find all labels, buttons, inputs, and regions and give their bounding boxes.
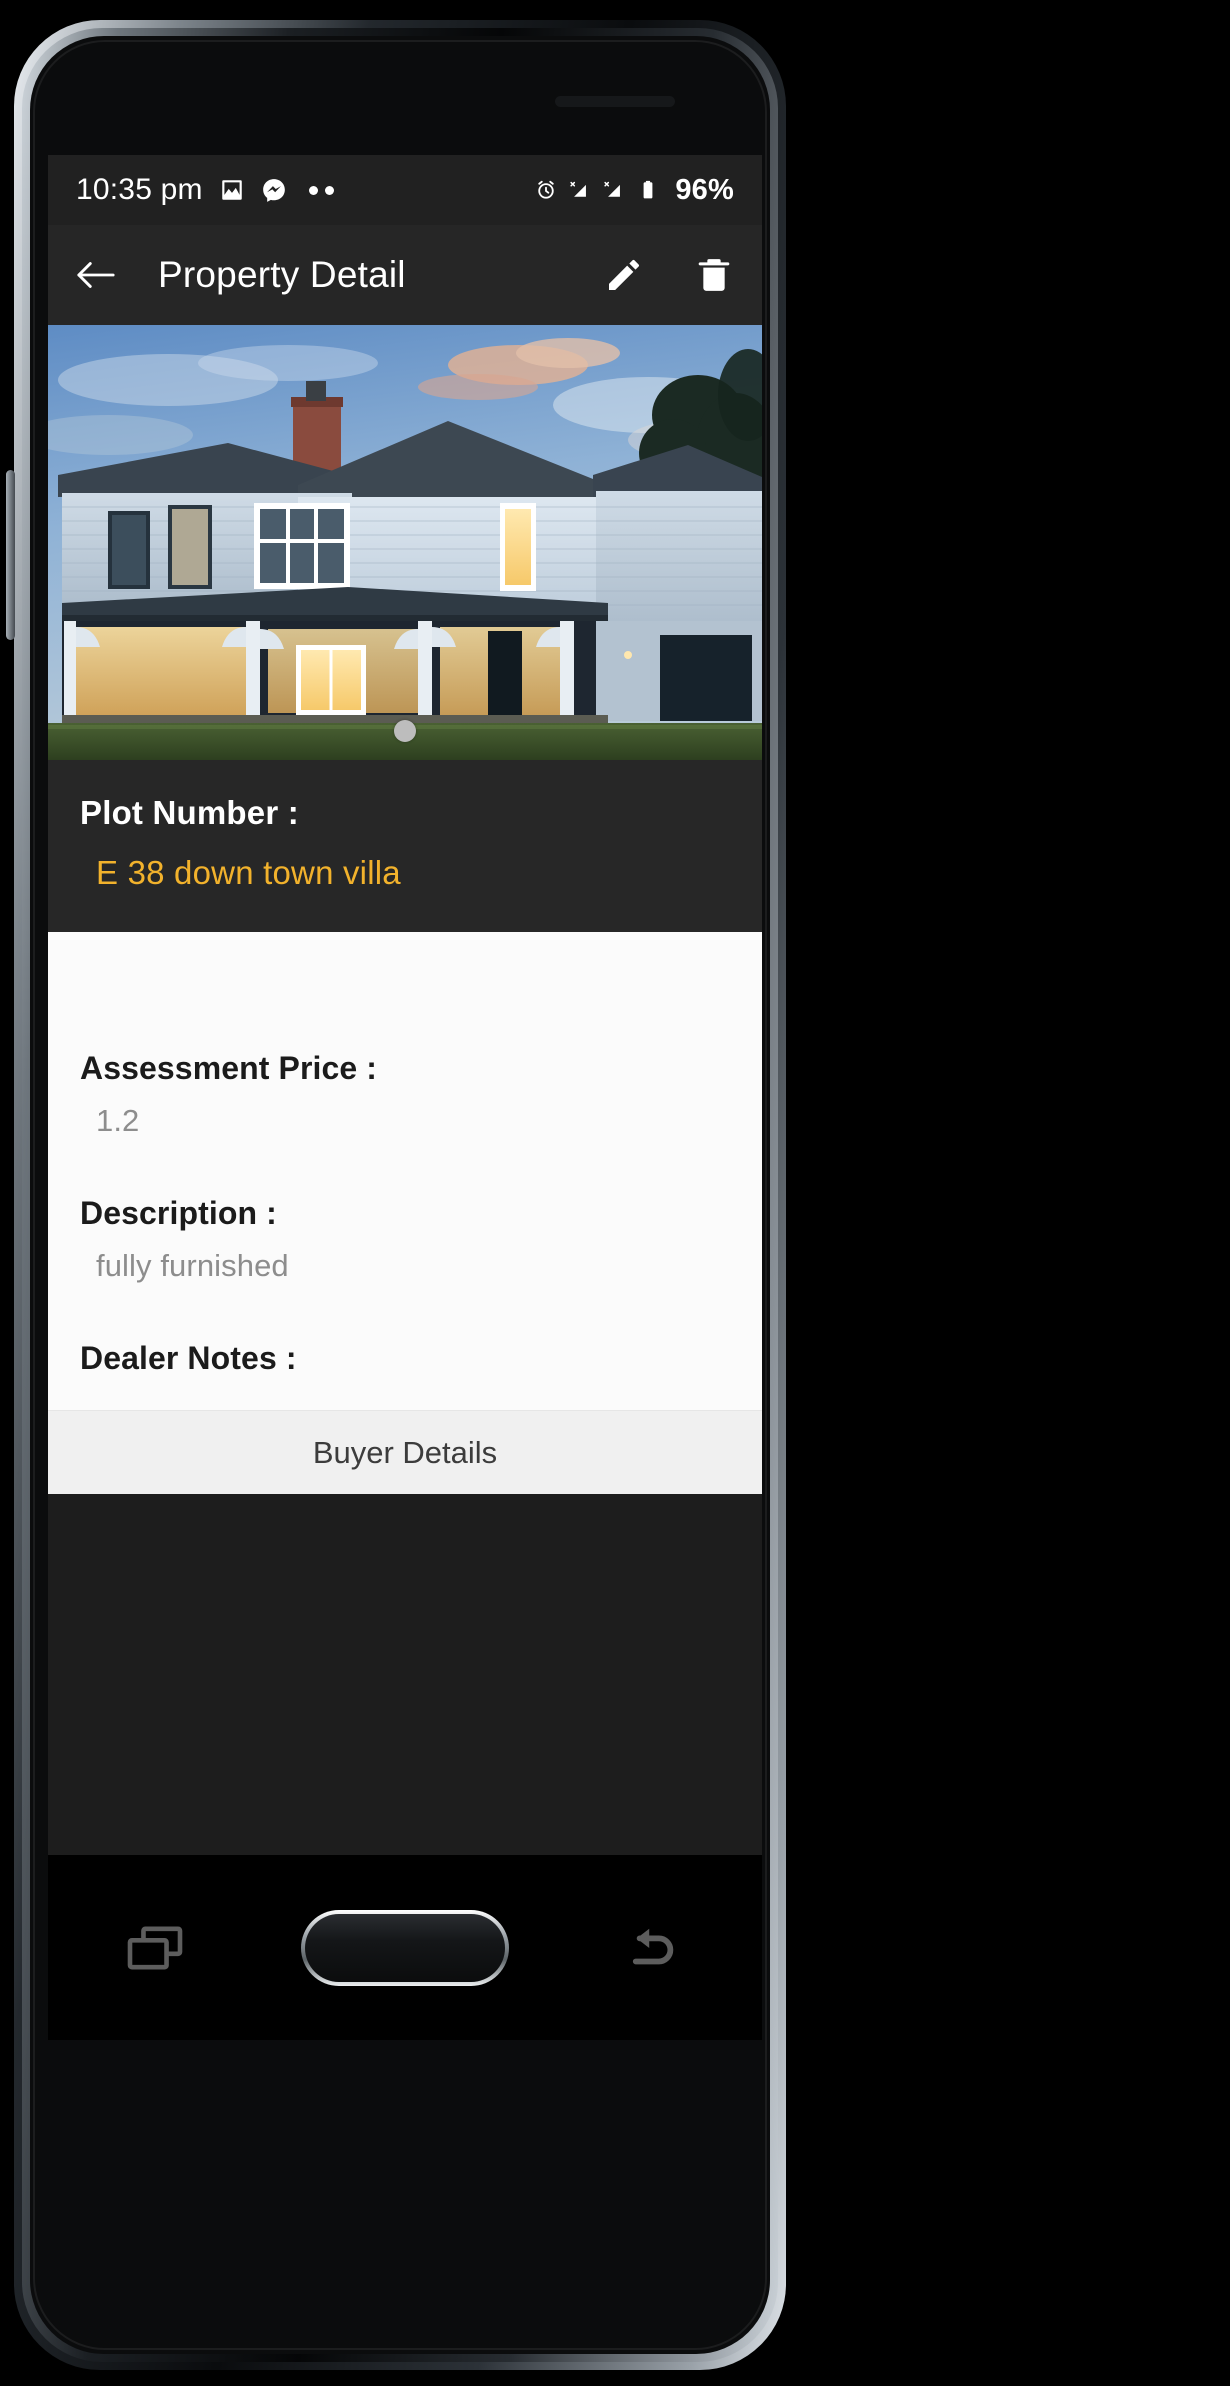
recent-apps-icon[interactable]	[126, 1923, 184, 1973]
alarm-icon	[535, 179, 557, 201]
dealer-notes-label: Dealer Notes :	[80, 1340, 297, 1376]
status-bar-left: 10:35 pm	[76, 173, 334, 207]
assessment-price-label: Assessment Price :	[80, 1050, 378, 1086]
property-details-scroll[interactable]: Assessment Price : 1.2 Description : ful…	[48, 932, 762, 1410]
property-photo[interactable]	[48, 325, 762, 760]
pencil-icon[interactable]	[604, 255, 644, 295]
status-time: 10:35 pm	[76, 173, 203, 206]
property-details-card: Assessment Price : 1.2 Description : ful…	[48, 932, 762, 1494]
earpiece-speaker	[555, 96, 675, 107]
property-photo-illustration	[48, 325, 762, 760]
page-title: Property Detail	[158, 254, 406, 295]
field-gap-2	[80, 1288, 730, 1340]
description-label: Description :	[80, 1195, 277, 1231]
field-dealer-notes: Dealer Notes : ...	[80, 1340, 730, 1410]
assessment-price-value: 1.2	[96, 1103, 140, 1138]
plot-number-label: Plot Number :	[80, 794, 299, 831]
screenshot-scene: 10:35 pm 96% Property Detail Plot Number…	[0, 0, 1230, 2386]
plot-number-section: Plot Number : E 38 down town villa	[48, 760, 762, 932]
carousel-page-indicator[interactable]	[394, 720, 416, 742]
home-button[interactable]	[301, 1909, 509, 1986]
field-assessment-price: Assessment Price : 1.2	[80, 1050, 730, 1139]
signal-no-sim-icon-1	[569, 179, 591, 201]
volume-button[interactable]	[6, 470, 15, 640]
field-description: Description : fully furnished	[80, 1195, 730, 1284]
dealer-notes-value: ...	[80, 1393, 730, 1410]
description-value: fully furnished	[96, 1248, 289, 1283]
home-button-inner	[305, 1913, 505, 1982]
battery-icon	[637, 179, 659, 201]
phone-screen: 10:35 pm 96% Property Detail Plot Number…	[48, 155, 762, 1855]
buyer-details-label: Buyer Details	[312, 1434, 498, 1470]
more-dots-icon	[308, 185, 334, 195]
battery-percent: 96%	[675, 173, 734, 206]
plot-number-value: E 38 down town villa	[96, 854, 401, 891]
signal-no-sim-icon-2	[603, 179, 625, 201]
status-bar: 10:35 pm 96%	[48, 155, 762, 225]
details-top-spacer	[80, 932, 730, 1050]
nav-back-icon[interactable]	[626, 1923, 684, 1973]
hardware-nav-bar	[48, 1855, 762, 2040]
status-bar-right: 96%	[535, 174, 734, 207]
app-bar-actions	[604, 255, 734, 295]
app-bar: Property Detail	[48, 225, 762, 325]
back-arrow-icon[interactable]	[76, 258, 116, 292]
field-gap-1	[80, 1143, 730, 1195]
gallery-icon	[219, 177, 245, 203]
messenger-icon	[261, 177, 287, 203]
buyer-details-button[interactable]: Buyer Details	[48, 1410, 762, 1494]
trash-icon[interactable]	[694, 255, 734, 295]
